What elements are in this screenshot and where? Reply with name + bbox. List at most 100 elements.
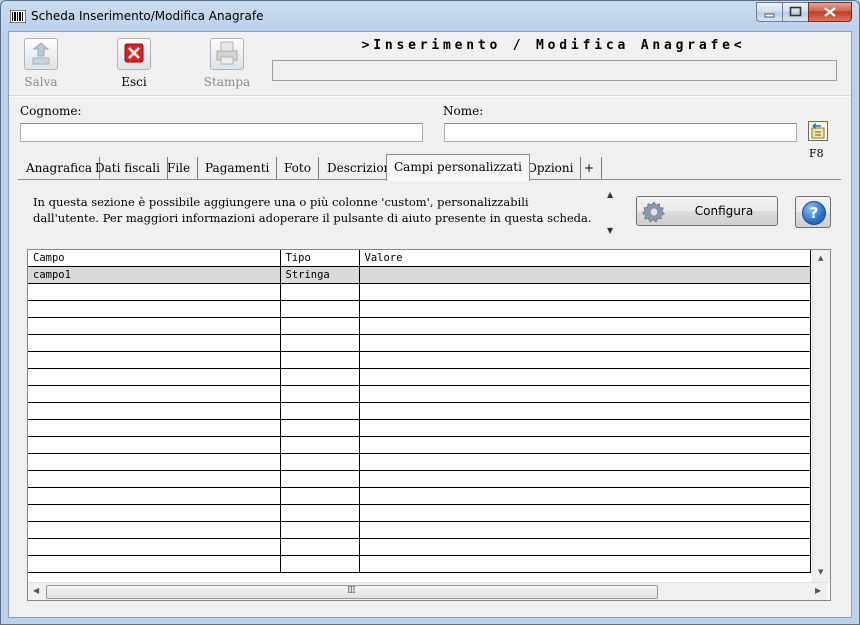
grid-cell[interactable] [280,555,360,573]
table-row[interactable] [28,317,811,335]
scroll-up-icon[interactable]: ▲ [818,254,823,262]
grid-cell[interactable] [359,521,811,539]
grid-horizontal-scrollbar[interactable]: ◀ III ▶ [28,582,828,600]
table-row[interactable] [28,453,811,471]
minimize-button[interactable] [756,2,782,22]
grid-cell[interactable] [280,470,360,488]
close-button[interactable] [808,2,852,22]
table-row[interactable] [28,300,811,318]
grid-cell[interactable] [280,436,360,454]
grid-cell[interactable] [28,436,281,454]
nome-field[interactable] [444,123,797,142]
grid-cell[interactable] [28,487,281,505]
grid-cell[interactable] [280,538,360,556]
grid-cell[interactable] [359,283,811,301]
grid-cell[interactable] [28,538,281,556]
table-row[interactable] [28,521,811,539]
grid-cell[interactable] [359,470,811,488]
grid-cell[interactable] [280,317,360,335]
grid-cell[interactable] [359,538,811,556]
grid-cell[interactable] [280,487,360,505]
grid-cell[interactable] [28,317,281,335]
grid-cell[interactable] [28,402,281,420]
table-row[interactable]: campo1 Stringa [28,266,811,284]
grid-cell[interactable] [28,300,281,318]
table-row[interactable] [28,487,811,505]
grid-cell[interactable] [359,351,811,369]
tab-add[interactable]: + [577,157,603,179]
configure-button[interactable]: Configura [636,196,778,226]
scroll-down-icon[interactable]: ▼ [607,226,613,235]
tab-file[interactable]: File [160,157,199,179]
cognome-field[interactable] [20,123,423,142]
grid-cell[interactable] [280,283,360,301]
help-button[interactable]: ? [795,196,831,228]
grid-cell[interactable] [28,334,281,352]
grid-cell[interactable] [28,555,281,573]
grid-cell[interactable] [28,368,281,386]
cell-valore[interactable] [359,266,811,284]
grid-cell[interactable] [359,317,811,335]
grid-cell[interactable] [359,334,811,352]
grid-cell[interactable] [359,453,811,471]
table-row[interactable] [28,402,811,420]
tab-foto[interactable]: Foto [277,157,319,179]
grid-cell[interactable] [280,368,360,386]
grid-cell[interactable] [280,453,360,471]
grid-cell[interactable] [280,521,360,539]
table-row[interactable] [28,538,811,556]
cell-tipo[interactable]: Stringa [280,266,360,284]
grid-cell[interactable] [359,504,811,522]
grid-cell[interactable] [359,385,811,403]
swap-names-button[interactable] [808,121,828,141]
print-button[interactable]: Stampa [197,34,257,92]
grid-cell[interactable] [280,334,360,352]
grid-cell[interactable] [28,470,281,488]
table-row[interactable] [28,385,811,403]
table-row[interactable] [28,283,811,301]
exit-button[interactable]: Esci [104,34,164,92]
scroll-up-icon[interactable]: ▲ [607,190,613,199]
grid-cell[interactable] [359,487,811,505]
tab-campi-personalizzati[interactable]: Campi personalizzati [386,154,530,181]
grid-cell[interactable] [28,419,281,437]
grid-cell[interactable] [359,555,811,573]
maximize-button[interactable] [782,2,808,22]
grid-cell[interactable] [280,385,360,403]
grid-cell[interactable] [280,419,360,437]
table-row[interactable] [28,419,811,437]
grid-cell[interactable] [359,300,811,318]
scroll-thumb[interactable]: III [46,585,658,599]
table-row[interactable] [28,436,811,454]
grid-cell[interactable] [280,351,360,369]
table-row[interactable] [28,334,811,352]
grid-cell[interactable] [28,521,281,539]
column-header-tipo[interactable]: Tipo [280,250,360,267]
title-bar[interactable]: Scheda Inserimento/Modifica Anagrafe [1,1,859,31]
table-row[interactable] [28,351,811,369]
info-scrollbar[interactable]: ▲ ▼ [605,190,619,236]
table-row[interactable] [28,470,811,488]
cell-campo[interactable]: campo1 [28,266,281,284]
grid-cell[interactable] [359,436,811,454]
save-button[interactable]: Salva [11,34,71,92]
table-row[interactable] [28,368,811,386]
scroll-right-icon[interactable]: ▶ [815,586,821,595]
grid-cell[interactable] [28,453,281,471]
column-header-campo[interactable]: Campo [28,250,281,267]
grid-cell[interactable] [28,283,281,301]
grid-cell[interactable] [359,368,811,386]
grid-cell[interactable] [28,351,281,369]
grid-cell[interactable] [359,419,811,437]
scroll-left-icon[interactable]: ◀ [33,586,39,595]
grid-cell[interactable] [280,504,360,522]
tab-pagamenti[interactable]: Pagamenti [198,157,278,179]
grid-vertical-scrollbar[interactable]: ▲ ▼ [812,250,830,583]
column-header-valore[interactable]: Valore [359,250,811,267]
grid-cell[interactable] [28,385,281,403]
table-row[interactable] [28,555,811,573]
grid-cell[interactable] [280,300,360,318]
grid-cell[interactable] [28,504,281,522]
table-row[interactable] [28,504,811,522]
scroll-down-icon[interactable]: ▼ [818,568,823,576]
